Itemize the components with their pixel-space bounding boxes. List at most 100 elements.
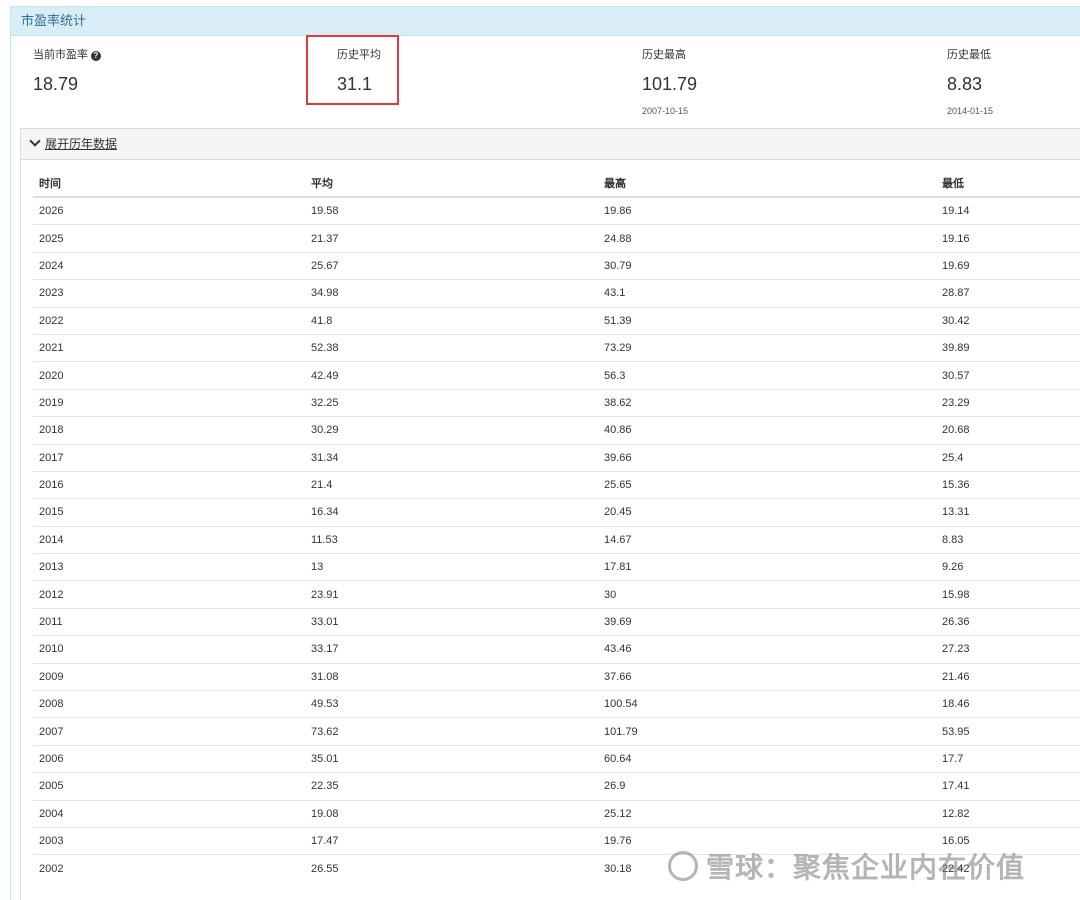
table-row: 2009 31.08 37.66 21.46 [33,662,1080,691]
cell-highest: 26.9 [598,772,936,801]
cell-year: 2005 [33,772,305,801]
cell-average: 21.37 [305,224,598,253]
cell-lowest: 25.4 [936,443,1080,472]
cell-year: 2023 [33,279,305,308]
cell-year: 2017 [33,443,305,472]
cell-year: 2009 [33,662,305,691]
table-row: 2005 22.35 26.9 17.41 [33,772,1080,801]
cell-year: 2025 [33,224,305,253]
cell-highest: 19.86 [598,196,936,225]
stat-highest-label: 历史最高 [642,49,686,61]
stat-lowest-label: 历史最低 [947,49,991,61]
cell-highest: 101.79 [598,717,936,746]
cell-average: 19.08 [305,799,598,828]
cell-lowest: 19.69 [936,251,1080,280]
cell-lowest: 18.46 [936,690,1080,718]
table-row: 2011 33.01 39.69 26.36 [33,607,1080,636]
history-table-body: 2026 19.58 19.86 19.14 2025 21.37 24.88 19.16 20… [33,196,1080,882]
cell-average: 26.55 [305,854,598,882]
cell-highest: 43.46 [598,635,936,664]
cell-average: 35.01 [305,744,598,773]
cell-highest: 24.88 [598,224,936,253]
cell-year: 2012 [33,580,305,609]
cell-year: 2013 [33,553,305,581]
cell-year: 2019 [33,388,305,417]
cell-lowest: 19.16 [936,224,1080,253]
cell-average: 21.4 [305,470,598,499]
cell-average: 31.34 [305,443,598,472]
cell-year: 2008 [33,690,305,718]
cell-highest: 30.79 [598,251,936,280]
cell-highest: 43.1 [598,279,936,308]
cell-year: 2015 [33,498,305,527]
cell-highest: 56.3 [598,361,936,390]
cell-average: 41.8 [305,306,598,335]
table-row: 2012 23.91 30 15.98 [33,580,1080,609]
cell-average: 42.49 [305,361,598,390]
table-row: 2007 73.62 101.79 53.95 [33,717,1080,746]
cell-highest: 39.69 [598,607,936,636]
average-highlight-box [306,35,399,105]
table-row: 2006 35.01 60.64 17.7 [33,744,1080,773]
table-row: 2017 31.34 39.66 25.4 [33,443,1080,472]
cell-year: 2007 [33,717,305,746]
table-row: 2014 11.53 14.67 8.83 [33,525,1080,554]
table-row: 2022 41.8 51.39 30.42 [33,306,1080,335]
cell-average: 33.01 [305,607,598,636]
cell-average: 19.58 [305,196,598,225]
question-circle-icon[interactable]: ? [91,51,101,61]
cell-year: 2021 [33,333,305,362]
cell-highest: 25.65 [598,470,936,499]
cell-highest: 14.67 [598,525,936,554]
cell-lowest: 17.41 [936,772,1080,801]
cell-highest: 20.45 [598,498,936,527]
cell-year: 2011 [33,607,305,636]
cell-year: 2026 [33,196,305,225]
table-row: 2019 32.25 38.62 23.29 [33,388,1080,417]
cell-average: 33.17 [305,635,598,664]
cell-year: 2006 [33,744,305,773]
table-row: 2026 19.58 19.86 19.14 [33,196,1080,225]
table-header-row: 时间 平均 最高 最低 [33,169,1080,198]
cell-highest: 73.29 [598,333,936,362]
cell-average: 30.29 [305,416,598,445]
cell-highest: 30 [598,580,936,609]
history-toggle[interactable]: 展开历年数据 [21,129,1080,160]
cell-lowest: 12.82 [936,799,1080,828]
history-toggle-label[interactable]: 展开历年数据 [45,137,117,151]
column-header-highest: 最高 [598,169,936,198]
cell-average: 17.47 [305,826,598,855]
history-table: 时间 平均 最高 最低 2026 19.58 19.86 19.14 2025 21.37… [33,169,1080,882]
cell-average: 23.91 [305,580,598,609]
chevron-down-icon [29,135,41,147]
stat-lowest-date: 2014-01-15 [947,106,994,116]
table-row: 2024 25.67 30.79 19.69 [33,251,1080,280]
stat-current-label: 当前市盈率 [33,49,88,61]
table-row: 2004 19.08 25.12 12.82 [33,799,1080,828]
cell-year: 2004 [33,799,305,828]
stat-highest-date: 2007-10-15 [642,106,689,116]
watermark-text: 雪球：聚焦企业内在价值 [706,852,1026,883]
cell-highest: 51.39 [598,306,936,335]
cell-year: 2010 [33,635,305,664]
table-row: 2008 49.53 100.54 18.46 [33,690,1080,718]
cell-year: 2020 [33,361,305,390]
cell-highest: 37.66 [598,662,936,691]
cell-lowest: 30.42 [936,306,1080,335]
cell-lowest: 28.87 [936,279,1080,308]
xueqiu-logo-icon [668,851,698,881]
cell-lowest: 9.26 [936,553,1080,581]
cell-lowest: 15.98 [936,580,1080,609]
cell-highest: 60.64 [598,744,936,773]
cell-lowest: 53.95 [936,717,1080,746]
cell-lowest: 39.89 [936,333,1080,362]
cell-average: 73.62 [305,717,598,746]
cell-highest: 100.54 [598,690,936,718]
column-header-year: 时间 [33,169,305,198]
cell-lowest: 8.83 [936,525,1080,554]
page: 市盈率统计 当前市盈率? 18.79 历史平均 31.1 历史最高 101.79… [0,0,1080,900]
cell-average: 31.08 [305,662,598,691]
table-row: 2020 42.49 56.3 30.57 [33,361,1080,390]
table-row: 2016 21.4 25.65 15.36 [33,470,1080,499]
cell-average: 52.38 [305,333,598,362]
